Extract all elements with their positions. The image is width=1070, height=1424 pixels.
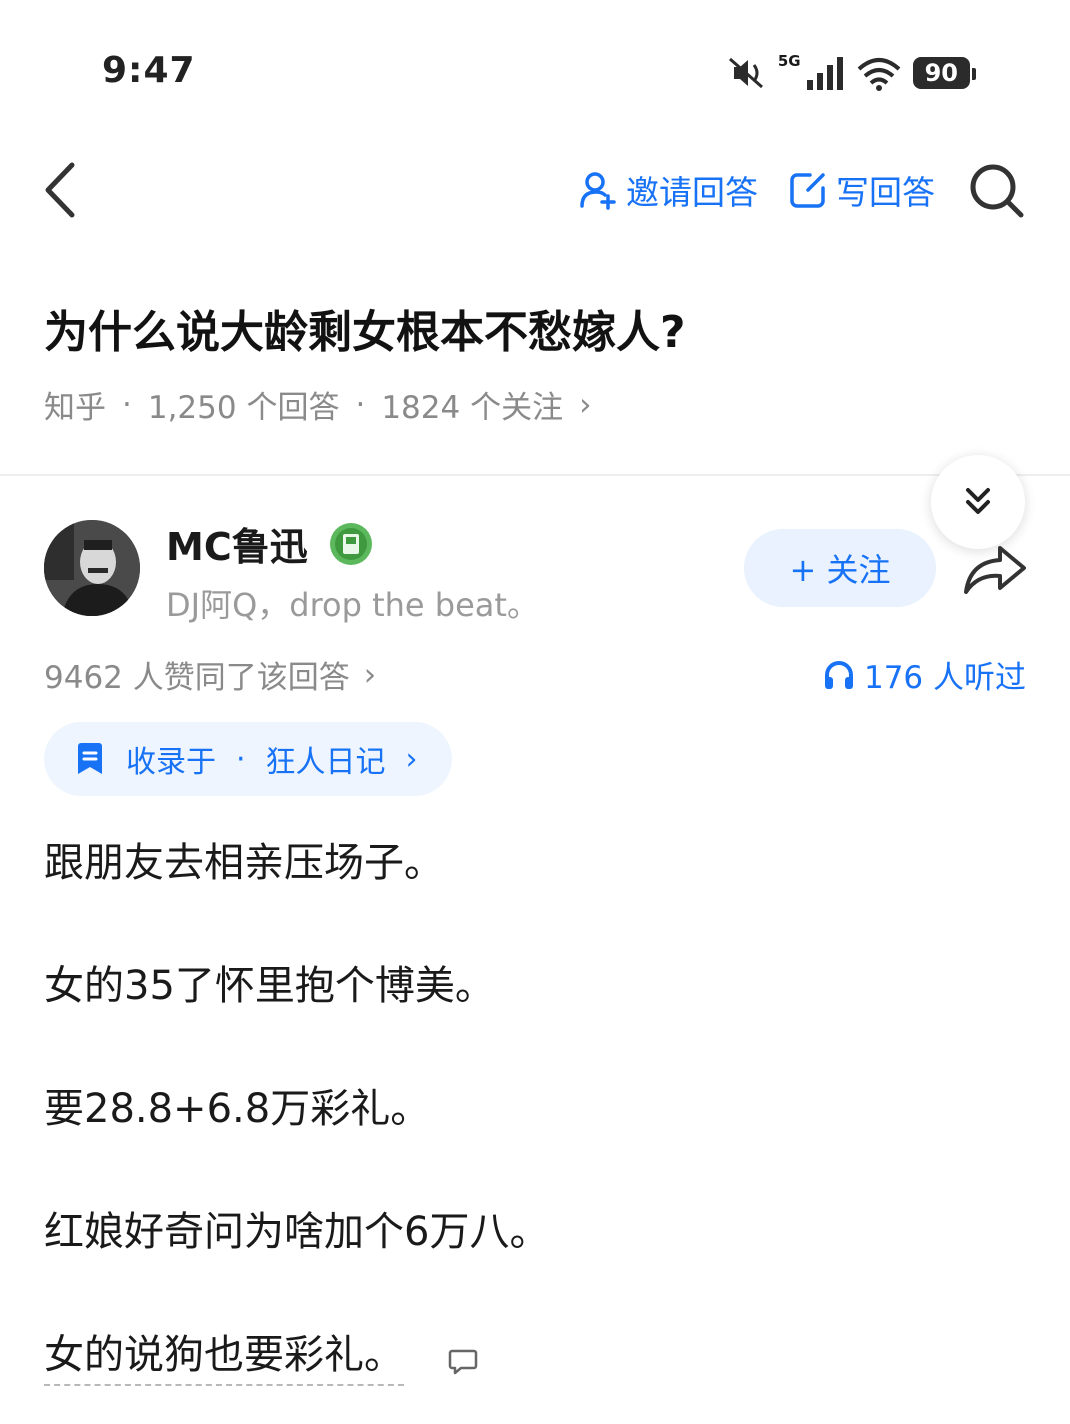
verified-badge-icon xyxy=(329,522,372,565)
chevron-right-icon: › xyxy=(405,741,418,777)
vote-count[interactable]: 9462 人赞同了该回答 › xyxy=(44,652,376,697)
write-answer-button[interactable]: 写回答 xyxy=(788,166,935,214)
answer-paragraph-text: 女的说狗也要彩礼。 xyxy=(44,1332,404,1386)
answer-paragraph: 红娘好奇问为啥加个6万八。 xyxy=(44,1209,550,1255)
double-chevron-down-icon xyxy=(966,488,990,514)
answer-paragraph: 要28.8+6.8万彩礼。 xyxy=(44,1086,431,1132)
collection-name: 狂人日记 xyxy=(265,745,386,780)
question-title: 为什么说大龄剩女根本不愁嫁人? xyxy=(44,307,686,358)
headphones-icon xyxy=(824,660,853,689)
edit-icon xyxy=(790,173,825,208)
collection-separator: · xyxy=(236,741,246,777)
back-icon xyxy=(45,162,75,218)
status-icons: 5G 90 xyxy=(724,50,977,96)
author-name: MC鲁迅 xyxy=(166,525,308,569)
chevron-right-icon: › xyxy=(363,656,377,693)
meta-separator: · xyxy=(122,386,132,423)
divider xyxy=(0,474,1070,476)
listen-button[interactable]: 176 人听过 xyxy=(822,652,1026,697)
network-type: 5G xyxy=(777,52,801,70)
bookmark-icon xyxy=(78,743,102,774)
comment-icon xyxy=(448,1349,478,1375)
invite-user-icon xyxy=(580,172,616,210)
invite-answer-label: 邀请回答 xyxy=(626,173,758,212)
collection-chip[interactable]: 收录于 · 狂人日记 › xyxy=(44,722,452,796)
avatar-image xyxy=(44,520,140,616)
share-icon xyxy=(964,546,1026,594)
answer-paragraph: 跟朋友去相亲压场子。 xyxy=(44,840,444,886)
invite-answer-button[interactable]: 邀请回答 xyxy=(578,166,758,214)
vote-count-label: 9462 人赞同了该回答 xyxy=(44,660,350,696)
chevron-right-icon: › xyxy=(579,386,592,423)
inline-comment-button[interactable] xyxy=(448,1346,478,1376)
write-answer-label: 写回答 xyxy=(836,173,935,212)
wifi-icon xyxy=(857,58,900,91)
signal-icon xyxy=(806,57,843,90)
answer-paragraph[interactable]: 女的说狗也要彩礼。 xyxy=(44,1322,404,1386)
question-source: 知乎 xyxy=(44,390,106,426)
mute-icon xyxy=(728,57,763,89)
share-button[interactable] xyxy=(960,542,1030,598)
author-name-row[interactable]: MC鲁迅 xyxy=(166,516,374,571)
follower-count: 1824 个关注 xyxy=(381,390,564,426)
search-button[interactable] xyxy=(966,160,1026,220)
status-time: 9:47 xyxy=(102,50,196,91)
question-meta[interactable]: 知乎 · 1,250 个回答 · 1824 个关注 › xyxy=(44,382,591,427)
collection-label: 收录于 xyxy=(126,745,216,780)
back-button[interactable] xyxy=(38,155,88,225)
answer-paragraph: 女的35了怀里抱个博美。 xyxy=(44,963,495,1009)
follow-button[interactable]: + 关注 xyxy=(744,529,936,607)
listen-count: 176 人听过 xyxy=(863,660,1026,696)
collapse-button[interactable] xyxy=(931,455,1025,549)
avatar[interactable] xyxy=(44,520,140,616)
search-icon xyxy=(970,164,1024,218)
battery-icon: 90 xyxy=(912,57,977,89)
meta-separator: · xyxy=(355,386,366,423)
author-bio: DJ阿Q，drop the beat。 xyxy=(166,586,539,624)
answer-count: 1,250 个回答 xyxy=(147,390,340,426)
